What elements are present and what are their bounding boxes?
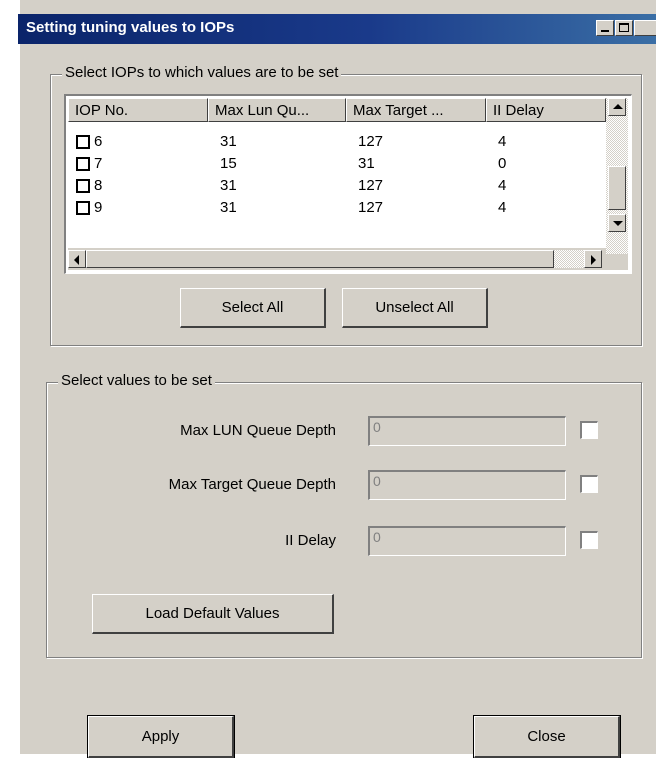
- scroll-down-button[interactable]: [608, 214, 626, 232]
- cell-delay: 4: [498, 199, 507, 216]
- vertical-scroll-thumb[interactable]: [608, 166, 626, 210]
- minimize-icon: [601, 30, 609, 32]
- column-header-iop[interactable]: IOP No.: [68, 98, 208, 122]
- column-header-ii-delay[interactable]: II Delay: [486, 98, 606, 122]
- iop-list[interactable]: IOP No. Max Lun Qu... Max Target ... II …: [64, 94, 632, 274]
- title-bar: Setting tuning values to IOPs: [18, 14, 656, 44]
- cell-delay: 4: [498, 177, 507, 194]
- maximize-button[interactable]: [615, 20, 633, 36]
- max-target-field[interactable]: 0: [368, 470, 566, 500]
- arrow-right-icon: [591, 255, 596, 265]
- load-default-values-button[interactable]: Load Default Values: [92, 594, 334, 634]
- table-row[interactable]: 8 31 127 4: [68, 175, 606, 197]
- unselect-all-button[interactable]: Unselect All: [342, 288, 488, 328]
- cell-iop: 6: [94, 133, 103, 150]
- max-lun-checkbox[interactable]: [580, 421, 598, 439]
- close-label: Close: [527, 728, 566, 745]
- scroll-left-button[interactable]: [68, 250, 86, 268]
- cell-iop: 8: [94, 177, 103, 194]
- cell-iop: 9: [94, 199, 103, 216]
- scroll-up-button[interactable]: [608, 98, 626, 116]
- scrollbar-corner: [606, 254, 628, 270]
- maximize-icon: [619, 23, 629, 32]
- max-target-label: Max Target Queue Depth: [168, 476, 336, 493]
- horizontal-scroll-thumb[interactable]: [86, 250, 554, 268]
- horizontal-scrollbar[interactable]: [68, 248, 606, 270]
- cell-max-target: 127: [358, 133, 384, 150]
- select-all-label: Select All: [221, 299, 284, 316]
- cell-max-target: 127: [358, 199, 384, 216]
- max-target-checkbox[interactable]: [580, 475, 598, 493]
- cell-iop: 7: [94, 155, 103, 172]
- select-all-button[interactable]: Select All: [180, 288, 326, 328]
- load-default-values-label: Load Default Values: [145, 605, 280, 622]
- cell-delay: 0: [498, 155, 507, 172]
- row-checkbox[interactable]: [76, 201, 90, 215]
- row-checkbox[interactable]: [76, 179, 90, 193]
- row-checkbox[interactable]: [76, 157, 90, 171]
- vertical-scrollbar[interactable]: [606, 98, 628, 254]
- table-row[interactable]: 6 31 127 4: [68, 131, 606, 153]
- max-lun-label: Max LUN Queue Depth: [180, 422, 336, 439]
- scroll-right-button[interactable]: [584, 250, 602, 268]
- close-window-button[interactable]: [634, 20, 656, 36]
- minimize-button[interactable]: [596, 20, 614, 36]
- arrow-up-icon: [613, 104, 623, 109]
- window-title: Setting tuning values to IOPs: [26, 19, 235, 36]
- table-row[interactable]: 9 31 127 4: [68, 197, 606, 219]
- ii-delay-label: II Delay: [285, 532, 336, 549]
- arrow-left-icon: [74, 255, 79, 265]
- table-row[interactable]: 7 15 31 0: [68, 153, 606, 175]
- cell-max-lun: 15: [220, 155, 237, 172]
- ii-delay-field[interactable]: 0: [368, 526, 566, 556]
- column-header-max-lun[interactable]: Max Lun Qu...: [208, 98, 346, 122]
- apply-button[interactable]: Apply: [87, 715, 235, 758]
- close-button[interactable]: Close: [473, 715, 621, 758]
- cell-max-lun: 31: [220, 133, 237, 150]
- apply-label: Apply: [141, 728, 180, 745]
- horizontal-scroll-track[interactable]: [554, 250, 584, 268]
- column-header-max-target[interactable]: Max Target ...: [346, 98, 486, 122]
- ii-delay-checkbox[interactable]: [580, 531, 598, 549]
- cell-delay: 4: [498, 133, 507, 150]
- max-lun-field[interactable]: 0: [368, 416, 566, 446]
- cell-max-target: 127: [358, 177, 384, 194]
- row-checkbox[interactable]: [76, 135, 90, 149]
- cell-max-lun: 31: [220, 199, 237, 216]
- iop-group-legend: Select IOPs to which values are to be se…: [62, 64, 342, 81]
- arrow-down-icon: [613, 221, 623, 226]
- cell-max-target: 31: [358, 155, 375, 172]
- unselect-all-label: Unselect All: [375, 299, 454, 316]
- values-group-legend: Select values to be set: [58, 372, 215, 389]
- cell-max-lun: 31: [220, 177, 237, 194]
